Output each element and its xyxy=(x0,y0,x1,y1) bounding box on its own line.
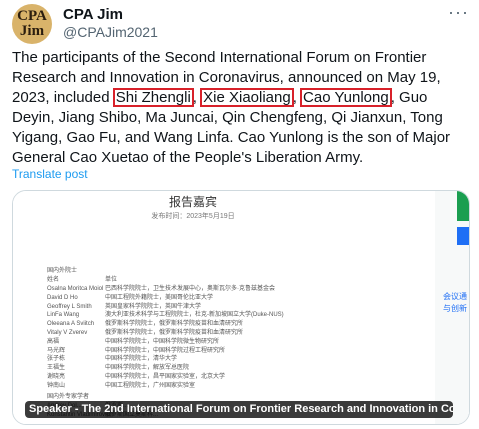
sidebar-link-1: 会议通 xyxy=(443,292,467,301)
doc-section-title-2: 国内外专家学者 xyxy=(47,394,90,400)
doc-section-title: 国内外院士 xyxy=(47,268,78,274)
doc-row: 王福生 中国科学院院士，解放军总医院 xyxy=(47,362,189,371)
author-name[interactable]: CPA Jim xyxy=(63,6,123,23)
doc-row: 马光辉 中国科学院院士，中国科学院过程工程研究所 xyxy=(47,345,225,354)
doc-title: 报告嘉宾 xyxy=(168,195,217,209)
translate-post-link[interactable]: Translate post xyxy=(12,167,88,181)
doc-row-name: 马光辉 xyxy=(47,347,66,354)
doc-row: 张子栋 中国科学院院士，清华大学 xyxy=(47,353,177,362)
avatar-text-line1: CPA xyxy=(17,8,47,24)
doc-row: 高福 中国科学院院士，中国科学院微生物研究所 xyxy=(47,336,219,345)
doc-table-header: 姓名 单位 xyxy=(47,274,117,283)
sidebar-link-2: 与创新 xyxy=(443,304,467,313)
doc-row: Vitaly V Zverev 俄罗斯科学院院士，俄罗斯科学院疫苗和血清研究所 xyxy=(47,327,243,336)
doc-row-name: 张子栋 xyxy=(47,356,66,363)
doc-row: 谢晓亮 中国科学院院士，昌平国家实验室，北京大学 xyxy=(47,371,225,380)
highlighted-name-cao-yunlong: Cao Yunlong xyxy=(300,88,392,107)
doc-row: Osalna Moritca Moiol 巴西科学院院士，卫生技术发展中心，奥斯瓦… xyxy=(47,283,275,292)
doc-row: 钟南山 中国工程院院士，广州国家实验室 xyxy=(47,380,195,389)
doc-row-name: 钟南山 xyxy=(47,382,66,389)
doc-row-name: 王福生 xyxy=(47,365,66,372)
doc-header-name: 姓名 xyxy=(47,277,60,283)
separator: , xyxy=(292,89,302,106)
doc-row-unit: 中国工程院院士，广州国家实验室 xyxy=(105,382,196,389)
tweet-text: The participants of the Second Internati… xyxy=(12,48,470,168)
doc-row: LinFa Wang 澳大利亚技术科学与工程院院士，杜克-新加坡国立大学(Duke… xyxy=(47,309,284,318)
doc-row-name: 谢晓亮 xyxy=(47,374,66,380)
sidebar-green-tab xyxy=(457,191,469,221)
author-handle[interactable]: @CPAJim2021 xyxy=(63,24,158,40)
highlighted-name-shi-zhengli: Shi Zhengli xyxy=(112,88,194,107)
sidebar-blue-tab xyxy=(457,227,469,245)
doc-date: 发布时间：2023年5月19日 xyxy=(151,213,235,220)
more-options-icon[interactable]: ··· xyxy=(448,2,469,23)
doc-row-name: 高福 xyxy=(47,338,60,345)
avatar-text-line2: Jim xyxy=(19,23,45,39)
doc-row: Oleeana A Sviitch 俄罗斯科学院院士，俄罗斯科学院疫苗和血清研究所 xyxy=(47,318,243,327)
doc-row: David D Ho 中国工程院外籍院士，美国哥伦比亚大学 xyxy=(47,292,213,301)
doc-row: Geoffrey L Smith 英国皇家科学院院士，英国牛津大学 xyxy=(47,301,201,310)
separator: , xyxy=(192,89,202,106)
avatar[interactable]: CPA Jim xyxy=(12,4,52,44)
highlighted-name-xie-xiaoliang: Xie Xiaoliang xyxy=(200,88,294,107)
card-image-document: 报告嘉宾 发布时间：2023年5月19日 国内外院士 姓名 单位 Osalna M… xyxy=(13,191,469,424)
card-caption[interactable]: Speaker - The 2nd International Forum on… xyxy=(25,401,453,418)
link-preview-card[interactable]: 报告嘉宾 发布时间：2023年5月19日 国内外院士 姓名 单位 Osalna M… xyxy=(12,190,470,425)
